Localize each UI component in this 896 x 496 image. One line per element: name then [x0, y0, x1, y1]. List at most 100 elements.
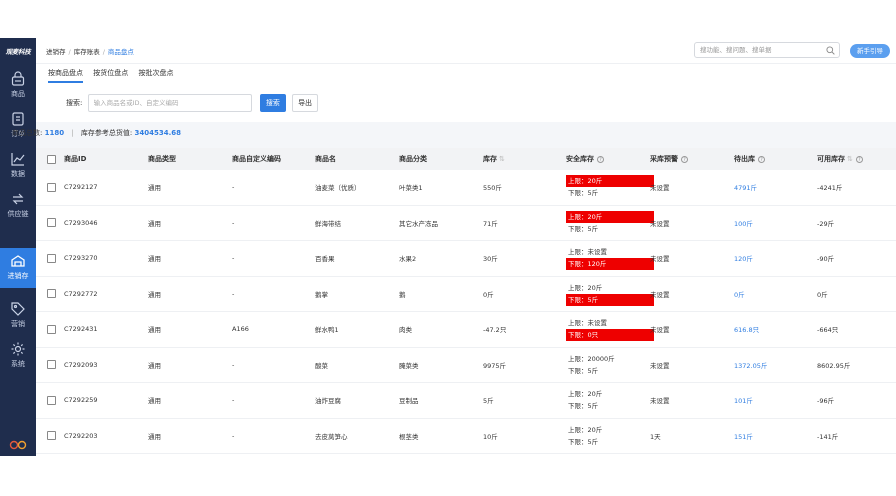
cell-type-text: 通用: [148, 290, 161, 299]
cell-alert: 未设置: [650, 206, 670, 241]
cell-pending[interactable]: 616.8只: [734, 312, 759, 347]
tab-by-batch[interactable]: 按批次盘点: [138, 68, 173, 81]
sort-icon[interactable]: ⇅: [847, 155, 853, 163]
cell-available: -141斤: [817, 419, 838, 454]
sidebar-item-marketing[interactable]: 营销: [0, 296, 36, 334]
cell-type: 通用: [148, 312, 161, 347]
cell-safe-stock: 上限：20斤 下限：5斤: [566, 277, 654, 312]
cell-pending-text[interactable]: 120斤: [734, 253, 753, 263]
export-button[interactable]: 导出: [292, 94, 319, 112]
row-checkbox[interactable]: [47, 395, 56, 405]
sidebar-item-orders[interactable]: 订单: [0, 106, 36, 144]
header-type: 商品类型: [148, 148, 176, 170]
sidebar-item-goods[interactable]: 商品: [0, 66, 36, 104]
cell-stock: 30斤: [483, 241, 498, 276]
safe-stock-upper: 上限：未设置: [568, 248, 607, 257]
sidebar-item-inventory[interactable]: 进销存: [0, 248, 36, 288]
cell-name: 百香果: [315, 241, 335, 276]
sort-icon[interactable]: ⇅: [499, 155, 505, 163]
cell-pending-text[interactable]: 100斤: [734, 218, 753, 228]
cell-id-text: C7293046: [64, 218, 98, 227]
cell-type-text: 通用: [148, 219, 161, 228]
tab-by-goods[interactable]: 按商品盘点: [48, 68, 83, 83]
cell-alert: 未设置: [650, 348, 670, 383]
help-icon[interactable]: ?: [597, 155, 604, 163]
safe-stock-upper: 上限：20斤: [568, 283, 603, 292]
cell-alert: 未设置: [650, 170, 670, 205]
cell-pending[interactable]: 101斤: [734, 383, 753, 418]
cell-stock-text: 71斤: [483, 219, 498, 228]
search-icon[interactable]: [826, 46, 835, 55]
help-icon[interactable]: ?: [855, 155, 863, 163]
cell-category-text: 腌菜类: [399, 361, 419, 370]
transfer-icon: [12, 193, 24, 205]
cell-code: -: [232, 241, 234, 276]
header-label: 可用库存: [817, 155, 845, 163]
cell-pending[interactable]: 100斤: [734, 206, 753, 241]
tab-by-location[interactable]: 按货位盘点: [93, 68, 128, 81]
cell-pending-text[interactable]: 151斤: [734, 431, 753, 441]
sidebar-item-label: 数据: [11, 170, 25, 178]
safe-stock-upper: 上限：20斤: [566, 210, 654, 223]
row-checkbox[interactable]: [47, 324, 56, 334]
cell-stock: 550斤: [483, 170, 502, 205]
global-search-input[interactable]: [695, 43, 815, 57]
sidebar-item-supply-chain[interactable]: 供应链: [0, 186, 36, 224]
row-checkbox[interactable]: [47, 218, 56, 228]
cell-id: C7293270: [64, 241, 98, 276]
cell-pending[interactable]: 4791斤: [734, 170, 757, 205]
cell-category-text: 叶菜类1: [399, 184, 423, 193]
cell-available-text: -96斤: [817, 397, 835, 406]
cell-type: 通用: [148, 383, 161, 418]
global-search: [694, 42, 840, 58]
cell-pending-text[interactable]: 0斤: [734, 289, 745, 299]
cell-category: 鹅: [399, 277, 406, 312]
cell-category: 腌菜类: [399, 348, 419, 383]
app-window: 观麦科技 商品 订单 数据 供应链 进销存 营销 系统 进销存 / 库存账表 /…: [0, 38, 896, 456]
cell-pending-text[interactable]: 616.8只: [734, 324, 759, 334]
safe-stock-upper: 上限：20斤: [568, 425, 603, 434]
cell-pending[interactable]: 1372.05斤: [734, 348, 767, 383]
cell-pending[interactable]: 151斤: [734, 419, 753, 454]
cell-pending[interactable]: 0斤: [734, 277, 745, 312]
header-category: 商品分类: [399, 148, 427, 170]
row-checkbox[interactable]: [47, 253, 56, 263]
header-stock[interactable]: 库存 ⇅: [483, 148, 505, 170]
sidebar-item-system[interactable]: 系统: [0, 336, 36, 374]
cell-alert: 未设置: [650, 241, 670, 276]
cell-available: -29斤: [817, 206, 834, 241]
row-checkbox[interactable]: [47, 431, 56, 441]
cell-safe-stock: 上限：20000斤 下限：5斤: [566, 348, 654, 383]
row-checkbox[interactable]: [47, 289, 56, 299]
sidebar-item-data[interactable]: 数据: [0, 146, 36, 184]
infinity-icon[interactable]: [9, 440, 27, 450]
cell-pending-text[interactable]: 4791斤: [734, 182, 757, 192]
row-checkbox[interactable]: [47, 182, 56, 192]
cell-id: C7292127: [64, 170, 98, 205]
newbie-guide-button[interactable]: 新手引导: [850, 44, 890, 58]
cell-name: 酸菜: [315, 348, 328, 383]
total-value: 1180: [44, 129, 65, 137]
cell-id-text: C7292203: [64, 431, 98, 440]
cell-pending-text[interactable]: 101斤: [734, 395, 753, 405]
cell-pending-text[interactable]: 1372.05斤: [734, 360, 767, 370]
help-icon[interactable]: ?: [758, 155, 765, 163]
cell-category-text: 肉类: [399, 326, 412, 335]
cell-code: -: [232, 277, 234, 312]
header-label: 商品类型: [148, 155, 176, 163]
select-all-checkbox[interactable]: [47, 154, 56, 164]
cell-pending[interactable]: 120斤: [734, 241, 753, 276]
goods-search-input[interactable]: [87, 94, 252, 112]
breadcrumb-item[interactable]: 库存账表: [74, 48, 100, 56]
cell-type: 通用: [148, 277, 161, 312]
search-button[interactable]: 搜索: [259, 94, 286, 112]
cell-available: -90斤: [817, 241, 834, 276]
breadcrumb-separator: /: [68, 48, 71, 56]
header-available[interactable]: 可用库存 ⇅?: [817, 148, 863, 170]
cell-type-text: 通用: [148, 326, 161, 335]
breadcrumb-item[interactable]: 进销存: [46, 48, 66, 56]
cell-category: 水果2: [399, 241, 416, 276]
cell-name: 鲜水鸭1: [315, 312, 339, 347]
help-icon[interactable]: ?: [681, 155, 688, 163]
row-checkbox[interactable]: [47, 360, 56, 370]
